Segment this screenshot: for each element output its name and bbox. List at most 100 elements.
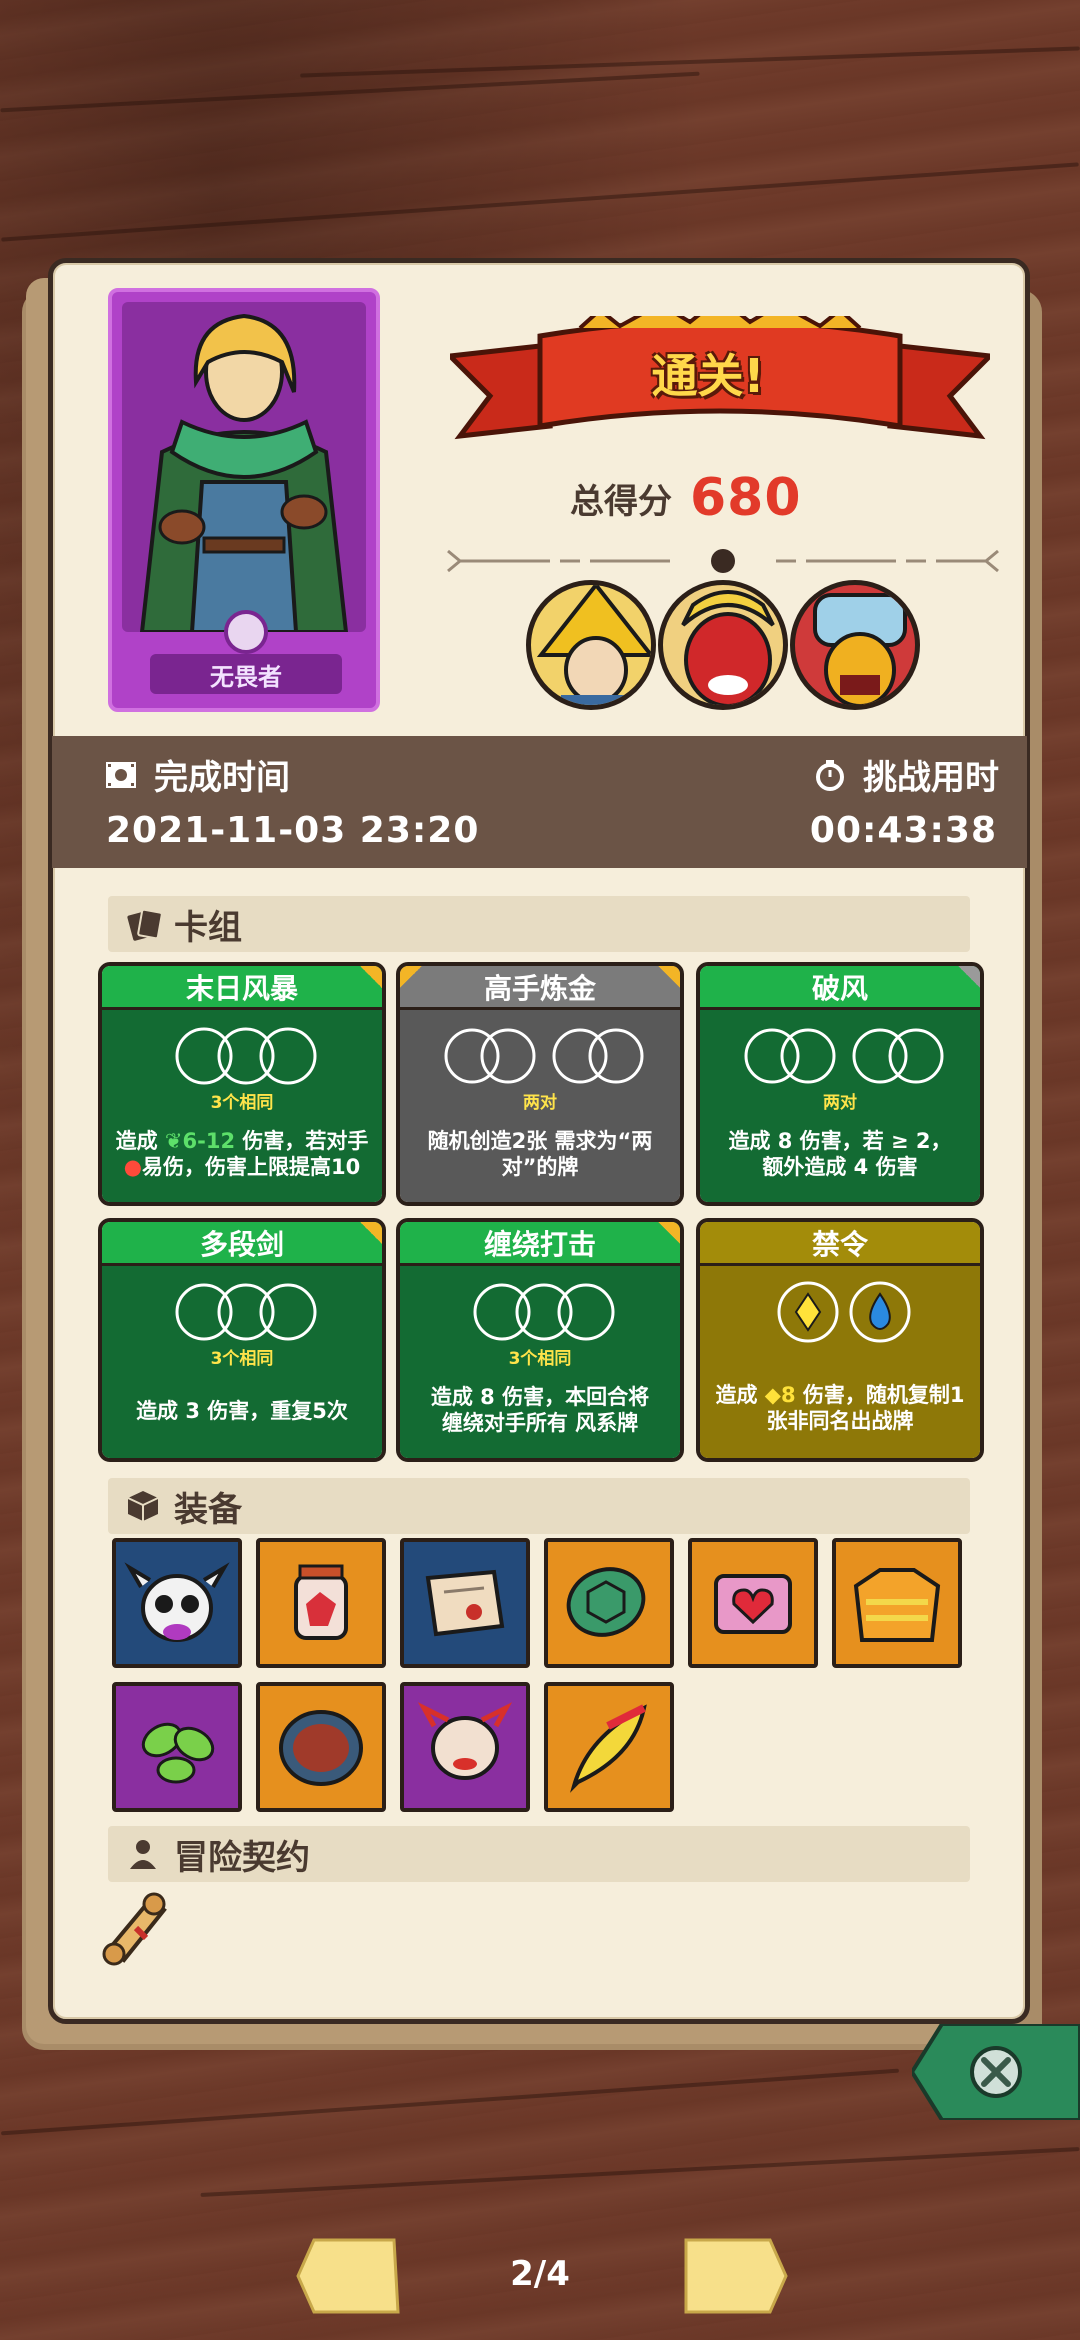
contract-scroll-icon[interactable] <box>100 1888 172 1968</box>
equipment-section-header: 装备 <box>108 1478 970 1534</box>
desc-text: 张非同名出战牌 <box>766 1409 914 1433</box>
completion-time-label: 完成时间 <box>104 750 290 799</box>
deck-card[interactable]: 多段剑 3个相同 造成 3 伤害，重复5次 <box>98 1218 386 1462</box>
wood-grain <box>0 71 700 113</box>
desc-text: 造成 8 伤害，本回合将 <box>430 1385 650 1409</box>
dice-slots-pairs <box>444 1028 644 1084</box>
wood-grain <box>1 162 1079 242</box>
card-title: 末日风暴 <box>102 966 382 1010</box>
score-value: 680 <box>690 468 802 528</box>
equipment-demon-mask[interactable] <box>400 1682 530 1812</box>
previous-page-button[interactable] <box>294 2236 402 2316</box>
card-body: 造成 ◆8 伤害，随机复制1 张非同名出战牌 <box>700 1266 980 1458</box>
card-condition: 两对 <box>823 1093 857 1113</box>
next-page-button[interactable] <box>682 2236 790 2316</box>
completion-label-text: 完成时间 <box>154 758 290 798</box>
equipment-skull-helm[interactable] <box>112 1538 242 1668</box>
card-description: 造成 ❦6-12 伤害，若对手 ●易伤，伤害上限提高10 <box>108 1128 376 1180</box>
equipment-sweater[interactable] <box>832 1538 962 1668</box>
person-icon <box>126 1837 160 1871</box>
equipment-scroll[interactable] <box>400 1538 530 1668</box>
equipment-heart-box[interactable] <box>688 1538 818 1668</box>
lightning-icon: ◆ <box>764 1383 781 1407</box>
challenge-label-text: 挑战用时 <box>863 758 999 798</box>
desc-text: 缠绕对手所有 风系牌 <box>441 1411 639 1435</box>
hero-name: 无畏者 <box>150 654 342 694</box>
desc-text: 造成 <box>715 1383 765 1407</box>
hero-portrait[interactable]: 无畏者 <box>108 288 380 712</box>
hero-art <box>122 302 366 632</box>
challenge-time-value: 00:43:38 <box>809 810 997 851</box>
card-title: 禁令 <box>700 1222 980 1266</box>
defeated-boss-portrait[interactable] <box>658 580 788 710</box>
card-description: 造成 8 伤害，若 ≥ 2， 额外造成 4 伤害 <box>706 1128 974 1180</box>
victory-title: 通关! <box>651 349 765 403</box>
deck-card[interactable]: 破风 两对 造成 8 伤害，若 ≥ 2， 额外造成 4 伤害 <box>696 962 984 1206</box>
equipment-feather[interactable] <box>544 1682 674 1812</box>
challenge-time-label: 挑战用时 <box>813 750 999 799</box>
contract-section-header: 冒险契约 <box>108 1826 970 1882</box>
defeated-boss-portrait[interactable] <box>790 580 920 710</box>
wood-grain <box>0 2068 900 2136</box>
hero-class-emblem <box>224 610 268 654</box>
card-corner-mark <box>658 1222 680 1244</box>
dice-slots-pairs <box>744 1028 944 1084</box>
card-corner-mark <box>658 966 680 988</box>
equipment-leaves[interactable] <box>112 1682 242 1812</box>
cards-icon <box>126 907 163 941</box>
element-slots <box>777 1281 911 1343</box>
card-description: 随机创造2张 需求为“两对”的牌 <box>427 1129 653 1179</box>
desc-text: 造成 <box>115 1129 165 1153</box>
deck-section-header: 卡组 <box>108 896 970 952</box>
card-corner-mark <box>958 966 980 988</box>
vulnerable-icon: ● <box>123 1155 143 1179</box>
stopwatch-icon <box>813 758 847 792</box>
equipment-jar[interactable] <box>256 1538 386 1668</box>
contract-section-title: 冒险契约 <box>174 1837 310 1878</box>
dice-slots-3 <box>175 1283 317 1341</box>
dice-slots-3 <box>473 1283 615 1341</box>
card-description: 造成 ◆8 伤害，随机复制1 张非同名出战牌 <box>706 1382 974 1434</box>
card-corner-mark <box>360 1222 382 1244</box>
damage-value: 8 <box>780 1383 796 1407</box>
deck-card[interactable]: 禁令 造成 ◆8 伤害，随机复制1 张非同名出战牌 <box>696 1218 984 1462</box>
card-title: 破风 <box>700 966 980 1010</box>
card-condition: 3个相同 <box>508 1349 572 1369</box>
defeated-boss-portrait[interactable] <box>526 580 656 710</box>
wood-grain <box>200 2146 1080 2198</box>
card-title: 缠绕打击 <box>400 1222 680 1266</box>
deck-card[interactable]: 末日风暴 3个相同 造成 ❦6-12 伤害，若对手 ●易伤，伤害上限提高10 <box>98 962 386 1206</box>
card-description: 造成 3 伤害，重复5次 <box>136 1399 348 1423</box>
film-icon <box>104 758 138 792</box>
run-stats-band: 完成时间 2021-11-03 23:20 挑战用时 00:43:38 <box>52 736 1027 868</box>
card-body: 3个相同 造成 8 伤害，本回合将 缠绕对手所有 风系牌 <box>400 1266 680 1458</box>
desc-text: 伤害，若对手 <box>235 1129 369 1153</box>
card-title: 多段剑 <box>102 1222 382 1266</box>
dice-slots-3 <box>175 1027 317 1085</box>
deck-card[interactable]: 高手炼金 两对 随机创造2张 需求为“两对”的牌 <box>396 962 684 1206</box>
deck-section-title: 卡组 <box>174 907 242 948</box>
deck-card[interactable]: 缠绕打击 3个相同 造成 8 伤害，本回合将 缠绕对手所有 风系牌 <box>396 1218 684 1462</box>
desc-text: 额外造成 4 伤害 <box>762 1155 918 1179</box>
card-description: 造成 8 伤害，本回合将 缠绕对手所有 风系牌 <box>406 1384 674 1436</box>
card-body: 两对 造成 8 伤害，若 ≥ 2， 额外造成 4 伤害 <box>700 1010 980 1202</box>
close-button[interactable] <box>912 2024 1080 2120</box>
card-body: 3个相同 造成 ❦6-12 伤害，若对手 ●易伤，伤害上限提高10 <box>102 1010 382 1202</box>
wind-icon: ❦ <box>164 1129 183 1153</box>
card-corner-mark <box>400 966 422 988</box>
card-body: 两对 随机创造2张 需求为“两对”的牌 <box>400 1010 680 1202</box>
close-icon <box>970 2046 1022 2098</box>
equipment-turtle-shell[interactable] <box>544 1538 674 1668</box>
card-condition: 3个相同 <box>210 1093 274 1113</box>
desc-text: 造成 8 伤害，若 ≥ 2， <box>728 1129 952 1153</box>
page-indicator: 2/4 <box>510 2254 570 2294</box>
desc-text: 伤害，随机复制1 <box>795 1383 965 1407</box>
equipment-round-seal[interactable] <box>256 1682 386 1812</box>
damage-range: 6-12 <box>182 1129 236 1153</box>
equipment-section-title: 装备 <box>174 1489 242 1530</box>
card-condition: 两对 <box>523 1093 557 1113</box>
completion-time-value: 2021-11-03 23:20 <box>106 810 480 851</box>
card-condition: 3个相同 <box>210 1349 274 1369</box>
desc-text: 易伤，伤害上限提高10 <box>142 1155 361 1179</box>
card-title: 高手炼金 <box>400 966 680 1010</box>
